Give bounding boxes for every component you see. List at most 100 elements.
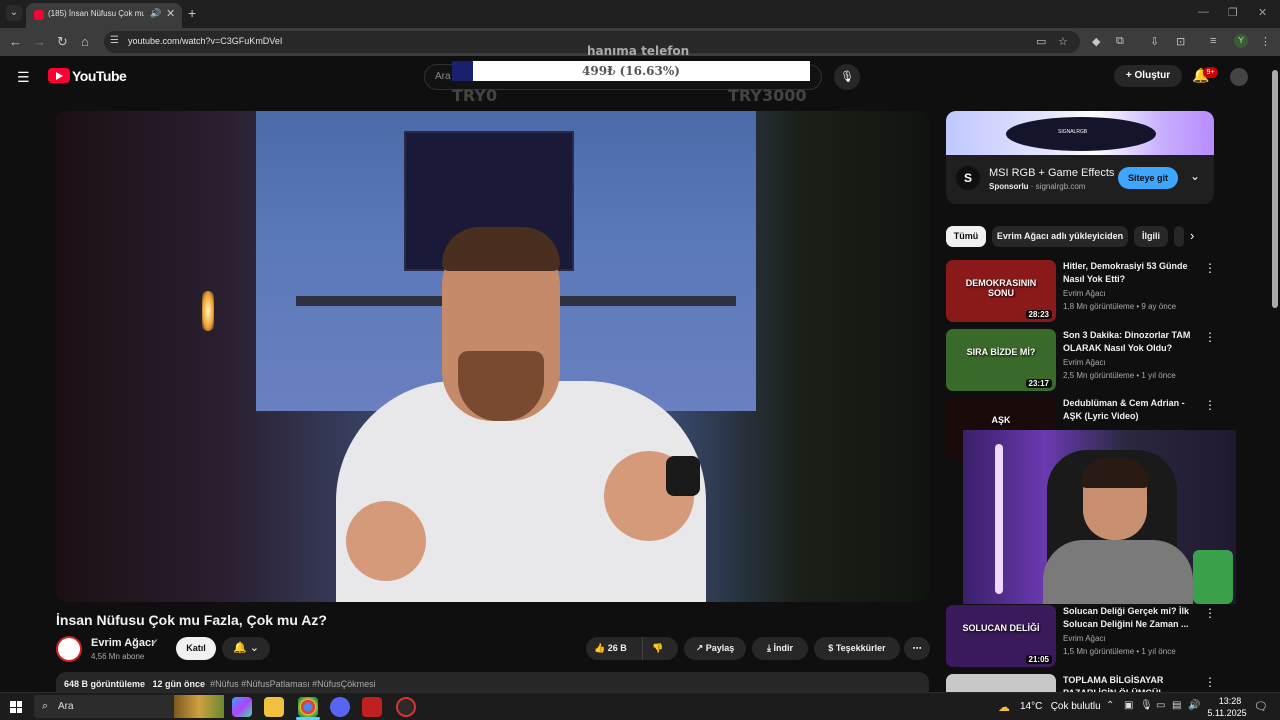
page-scrollbar[interactable] [1270,56,1280,690]
chip-related[interactable]: İlgili [1134,226,1168,247]
chevron-right-icon[interactable]: › [1190,228,1194,243]
close-window-icon[interactable]: ✕ [1258,6,1267,19]
rec-title[interactable]: Hitler, Demokrasiyi 53 Günde Nasıl Yok E… [1063,260,1191,286]
voice-search-mic-icon[interactable]: 🎙 [834,64,860,90]
channel-avatar[interactable] [56,636,82,662]
rec-more-options-icon[interactable]: ⋮ [1204,330,1216,344]
taskbar-search-input[interactable]: ⌕ Ara [34,695,224,718]
windows-start-icon[interactable] [10,701,22,713]
join-button[interactable]: Katıl [176,637,216,660]
youtube-logo-text[interactable]: YouTube [72,68,127,84]
speaker-icon[interactable]: 🔊 [150,8,161,19]
clock-time[interactable]: 13:28 [1210,696,1250,706]
scrollbar-thumb[interactable] [1272,70,1278,308]
home-icon[interactable]: ⌂ [81,34,89,49]
more-actions-icon[interactable]: ⋯ [904,637,930,660]
view-count: 648 B görüntüleme [64,679,146,689]
rec-more-options-icon[interactable]: ⋮ [1204,398,1216,412]
reload-icon[interactable]: ↻ [57,34,68,50]
copilot-icon[interactable] [232,697,252,717]
channel-name[interactable]: Evrim Ağacı [91,637,154,649]
ad-logo: S [956,166,980,190]
rec-more-options-icon[interactable]: ⋮ [1204,675,1216,689]
minimize-icon[interactable]: — [1198,6,1209,18]
cast-icon[interactable]: ▭ [1036,35,1046,48]
notification-center-icon[interactable]: 🗨 [1254,700,1268,713]
chrome-icon[interactable] [298,697,318,717]
rec-more-options-icon[interactable]: ⋮ [1204,606,1216,620]
rec-channel[interactable]: Evrim Ağacı [1063,634,1106,643]
new-tab-button[interactable]: + [188,5,196,21]
rec-more-options-icon[interactable]: ⋮ [1204,261,1216,275]
weather-desc: Çok bulutlu [1050,701,1101,712]
video-player[interactable] [56,111,929,602]
extension-diamond-icon[interactable]: ◆ [1092,35,1100,48]
like-button[interactable]: 👍 26 B [594,637,627,660]
chip-partial[interactable] [1174,226,1184,247]
weather-cloud-icon[interactable]: ☁ [998,700,1010,714]
site-info-icon[interactable]: ☰ [110,35,119,46]
profile-avatar[interactable]: Y [1234,34,1248,48]
subscription-bell-button[interactable]: 🔔 ⌄ [222,637,270,660]
rec-title[interactable]: Son 3 Dakika: Dinozorlar TAM OLARAK Nası… [1063,329,1191,355]
rec-title[interactable]: Solucan Deliği Gerçek mi? İlk Solucan De… [1063,605,1191,631]
rec-channel[interactable]: Evrim Ağacı [1063,358,1106,367]
chip-all[interactable]: Tümü [946,226,986,247]
ad-banner-image[interactable]: SIGNALRGB [946,111,1214,155]
rec-thumbnail[interactable]: DEMOKRASININ SONU 28:23 [946,260,1056,322]
hamburger-menu-icon[interactable]: ☰ [17,69,30,86]
tab-search-icon[interactable]: ⌄ [6,5,22,21]
tray-app-icon[interactable]: ▣ [1124,700,1133,711]
copy-icon[interactable]: ⊡ [1176,35,1185,48]
extensions-puzzle-icon[interactable]: ⧉ [1116,35,1124,48]
browser-tab[interactable]: (185) İnsan Nüfusu Çok mu Fazla, Çok mu … [26,3,182,28]
rec-thumbnail-text: SIRA BİZDE Mİ? [966,347,1036,357]
back-icon[interactable]: ← [9,34,22,49]
thanks-button[interactable]: $ Teşekkürler [814,637,900,660]
rec-title[interactable]: Dedublüman & Cem Adrian - AŞK (Lyric Vid… [1063,397,1191,423]
bookmark-star-icon[interactable]: ☆ [1058,35,1068,48]
obs-icon[interactable] [396,697,416,717]
dislike-icon[interactable]: 👎 [652,637,663,660]
media-controls-icon[interactable]: ≡ [1210,35,1216,47]
downloads-icon[interactable]: ⇩ [1150,35,1159,48]
mic-icon[interactable]: 🎙 [1140,700,1153,711]
create-button[interactable]: + Oluştur [1114,65,1182,87]
clock-date[interactable]: 5.11.2025 [1204,708,1250,718]
rec-meta: 1,5 Mn görüntüleme • 1 yıl önce [1063,647,1176,656]
video-title: İnsan Nüfusu Çok mu Fazla, Çok mu Az? [56,612,327,628]
share-label: Paylaş [705,643,735,653]
hashtags[interactable]: #Nüfus #NüfusPatlaması #NüfusÇökmesi [210,679,376,689]
close-tab-icon[interactable]: ✕ [166,7,175,20]
rec-thumbnail[interactable]: SOLUCAN DELİĞİ 21:05 [946,605,1056,667]
volume-icon[interactable]: 🔊 [1188,700,1200,711]
windows-taskbar: ⌕ Ara ☁ 14°C Çok bulutlu ⌃ ▣ 🎙 ▭ ▤ 🔊 13:… [0,692,1280,720]
rec-thumbnail-text: SOLUCAN DELİĞİ [962,623,1040,633]
share-button[interactable]: ↗ Paylaş [684,637,746,660]
discord-icon[interactable] [330,697,350,717]
display-icon[interactable]: ▭ [1156,700,1165,711]
sponsored-ad-card[interactable]: SIGNALRGB S MSI RGB + Game Effects Spons… [946,111,1214,204]
rec-thumbnail[interactable]: SIRA BİZDE Mİ? 23:17 [946,329,1056,391]
download-label: İndir [773,643,793,653]
rec-duration: 23:17 [1025,379,1052,388]
youtube-app-icon[interactable] [362,697,382,717]
weather-widget[interactable]: 14°C Çok bulutlu [1020,701,1101,712]
forward-icon[interactable]: → [33,34,46,49]
rec-channel[interactable]: Evrim Ağacı [1063,289,1106,298]
chevron-down-icon[interactable]: ⌄ [1190,169,1200,183]
network-icon[interactable]: ▤ [1172,700,1181,711]
like-divider [642,637,643,660]
chip-from-uploader[interactable]: Evrim Ağacı adlı yükleyiciden [992,226,1128,247]
ad-visit-site-button[interactable]: Siteye git [1118,167,1178,189]
weather-temp: 14°C [1020,701,1043,712]
tab-title: (185) İnsan Nüfusu Çok mu Fazla, Çok mu … [48,9,144,18]
browser-menu-icon[interactable]: ⋮ [1260,35,1271,48]
account-avatar[interactable] [1230,68,1248,86]
restore-icon[interactable]: ❐ [1228,6,1238,19]
youtube-logo-icon[interactable] [48,68,70,83]
download-button[interactable]: ⤓ İndir [752,637,808,660]
ad-title[interactable]: MSI RGB + Game Effects [989,167,1114,179]
chevron-up-icon[interactable]: ⌃ [1106,700,1114,711]
file-explorer-icon[interactable] [264,697,284,717]
